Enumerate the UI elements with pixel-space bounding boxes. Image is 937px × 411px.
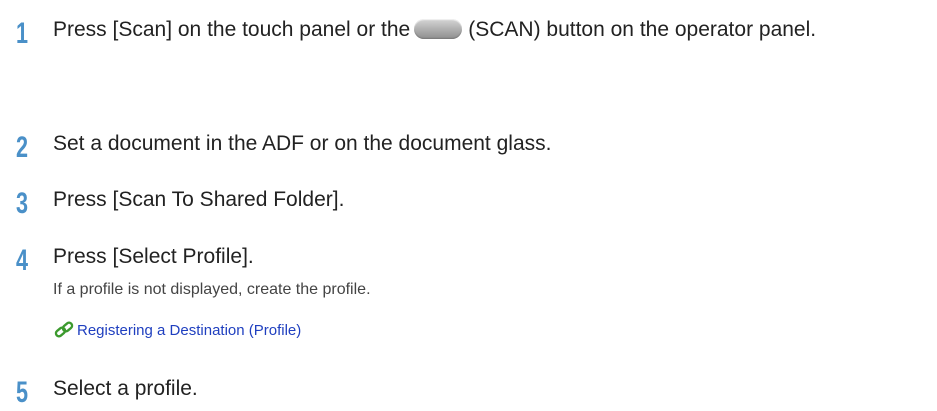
step-number: 3 [16, 187, 29, 220]
step-number: 4 [16, 244, 29, 277]
step-text: Set a document in the ADF or on the docu… [53, 132, 552, 155]
step-text: Press [Select Profile]. [53, 245, 254, 268]
link-registering-destination[interactable]: Registering a Destination (Profile) [77, 322, 301, 339]
step-text-after: (SCAN) button on the operator panel. [468, 18, 817, 41]
step-number: 5 [16, 376, 29, 409]
step-number: 2 [16, 131, 29, 164]
related-link[interactable]: Registering a Destination (Profile) [53, 319, 301, 341]
step-note: If a profile is not displayed, create th… [53, 281, 371, 298]
step-text: Select a profile. [53, 377, 198, 400]
step-number: 1 [16, 17, 29, 50]
chain-link-icon [54, 321, 74, 338]
step-text: Press [Scan To Shared Folder]. [53, 188, 345, 211]
step-text-before: Press [Scan] on the touch panel or the [53, 18, 411, 41]
scan-button-icon [414, 19, 463, 39]
step-text: Press [Scan] on the touch panel or the (S… [53, 12, 929, 48]
